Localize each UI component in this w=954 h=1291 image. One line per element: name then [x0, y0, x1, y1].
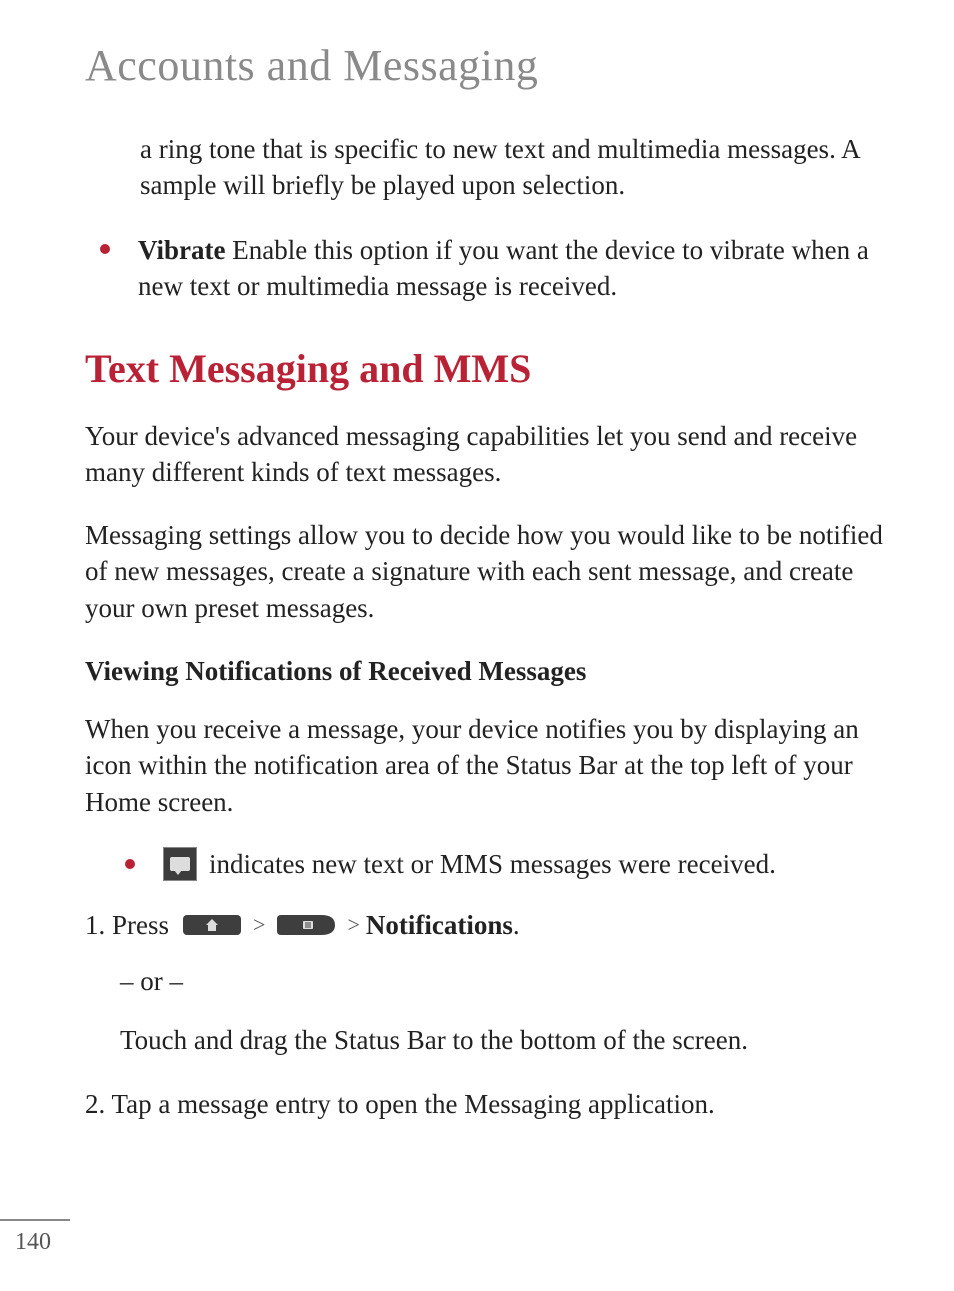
- step-2: 2. Tap a message entry to open the Messa…: [85, 1086, 909, 1122]
- message-icon-bullet: indicates new text or MMS messages were …: [125, 846, 909, 882]
- notifications-label: Notifications: [366, 907, 513, 943]
- paragraph-2: Messaging settings allow you to decide h…: [85, 517, 909, 626]
- touch-drag-line: Touch and drag the Status Bar to the bot…: [120, 1022, 909, 1058]
- chapter-title: Accounts and Messaging: [85, 40, 909, 91]
- home-button-icon: [183, 913, 241, 937]
- breadcrumb-separator: >: [347, 910, 359, 940]
- vibrate-content: Vibrate Enable this option if you want t…: [138, 232, 909, 305]
- bullet-icon: [125, 859, 135, 869]
- section-heading-text-messaging: Text Messaging and MMS: [85, 345, 909, 392]
- footer-rule: [0, 1219, 70, 1221]
- paragraph-3: When you receive a message, your device …: [85, 711, 909, 820]
- step-1-prefix: 1. Press: [85, 907, 169, 943]
- paragraph-1: Your device's advanced messaging capabil…: [85, 418, 909, 491]
- menu-button-icon: [277, 913, 335, 937]
- vibrate-bullet: Vibrate Enable this option if you want t…: [100, 232, 909, 305]
- step-1: 1. Press > > Notifications.: [85, 907, 909, 943]
- intro-fragment: a ring tone that is specific to new text…: [140, 131, 909, 204]
- vibrate-desc: Enable this option if you want the devic…: [138, 235, 869, 301]
- step-1-period: .: [513, 907, 520, 943]
- manual-page: Accounts and Messaging a ring tone that …: [0, 0, 954, 1291]
- breadcrumb-separator: >: [253, 910, 265, 940]
- sub-heading-viewing-notifications: Viewing Notifications of Received Messag…: [85, 656, 909, 687]
- message-icon-text: indicates new text or MMS messages were …: [209, 846, 776, 882]
- page-number: 140: [15, 1229, 51, 1256]
- message-notification-icon: [163, 847, 197, 881]
- bullet-icon: [100, 244, 110, 254]
- or-separator: – or –: [120, 963, 909, 999]
- vibrate-label: Vibrate: [138, 235, 225, 265]
